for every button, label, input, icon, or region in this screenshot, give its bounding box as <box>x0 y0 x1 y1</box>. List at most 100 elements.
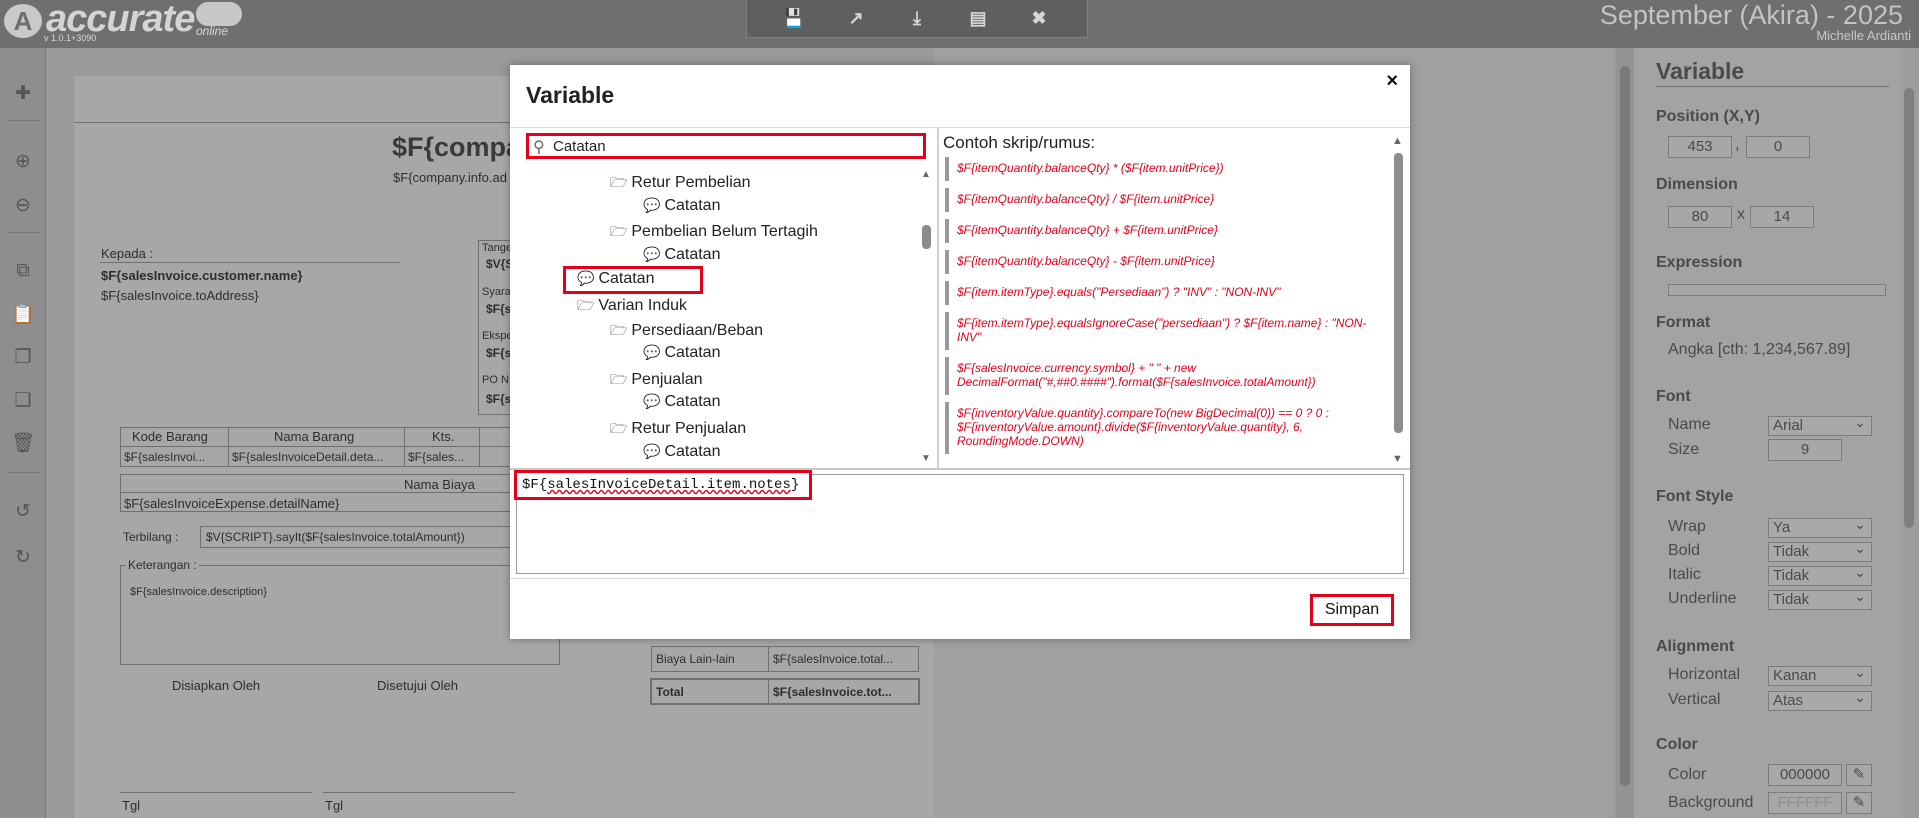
syarat-field[interactable]: $F{s <box>486 302 511 316</box>
save-icon[interactable]: 💾 <box>779 5 809 31</box>
company-name-field[interactable]: $F{compa <box>392 132 521 163</box>
font-name-select[interactable]: Arial <box>1768 413 1872 436</box>
to-address-field[interactable]: $F{salesInvoice.toAddress} <box>101 288 259 303</box>
delete-icon[interactable]: 🗑 <box>7 428 39 460</box>
biaya-lain-label: Biaya Lain-lain <box>656 652 735 666</box>
tree-folder-item[interactable]: 🗁 Retur Pembelian <box>610 172 751 196</box>
scroll-up-icon[interactable]: ▲ <box>1392 135 1403 147</box>
bring-front-icon[interactable]: ❐ <box>7 342 39 374</box>
customer-name-field[interactable]: $F{salesInvoice.customer.name} <box>101 268 303 283</box>
example-snippet[interactable]: $F{inventoryValue.quantity}.compareTo(ne… <box>945 402 1385 454</box>
color-picker-icon[interactable]: ✎ <box>1846 764 1872 786</box>
format-value[interactable]: Angka [cth: 1,234,567.89] <box>1668 341 1850 359</box>
search-input[interactable]: ⚲ Catatan <box>526 133 926 159</box>
tree-folder-item[interactable]: 🗁 Pembelian Belum Tertagih <box>610 221 818 245</box>
vertical-align-select[interactable]: Atas <box>1768 688 1872 711</box>
horizontal-align-select[interactable]: Kanan <box>1768 663 1872 686</box>
position-y-input[interactable]: 0 <box>1746 136 1810 158</box>
redo-icon[interactable]: ↻ <box>7 542 39 574</box>
period-title: September (Akira) - 2025 <box>1599 0 1903 30</box>
font-name-label: Name <box>1668 416 1711 433</box>
dialog-title: Variable <box>526 82 615 108</box>
col-nama-header: Nama Barang <box>274 429 355 444</box>
top-bar: A accurate online v 1.0.1+3090 💾 ↗ ⤓ ▤ ✖… <box>0 0 1919 48</box>
color-input[interactable]: 000000 <box>1768 764 1842 786</box>
example-snippet[interactable]: $F{item.itemType}.equals("Persediaan") ?… <box>945 281 1385 305</box>
total-label: Total <box>656 685 684 699</box>
position-separator: , <box>1735 136 1740 153</box>
zoom-in-icon[interactable]: ⊕ <box>7 146 39 178</box>
background-picker-icon[interactable]: ✎ <box>1846 792 1872 814</box>
preview-icon[interactable]: ▤ <box>963 5 993 31</box>
expense-detail-field[interactable]: $F{salesInvoiceExpense.detailName} <box>124 496 339 511</box>
scrollbar-thumb[interactable] <box>1620 66 1630 786</box>
expression-input[interactable] <box>1668 284 1886 296</box>
tree-note-item[interactable]: 💬 Catatan <box>643 246 720 264</box>
example-snippet[interactable]: $F{itemQuantity.balanceQty} / $F{item.un… <box>945 188 1385 212</box>
position-x-input[interactable]: 453 <box>1668 136 1732 158</box>
tree-folder-item[interactable]: 🗁 Penjualan <box>610 369 703 393</box>
tree-folder-item[interactable]: 🗁 Persediaan/Beban <box>610 320 763 344</box>
export-icon[interactable]: ↗ <box>841 5 871 31</box>
scrollbar-thumb[interactable] <box>922 225 931 249</box>
undo-icon[interactable]: ↺ <box>7 496 39 528</box>
dimension-height-input[interactable]: 14 <box>1750 206 1814 228</box>
paste-icon[interactable]: 📋 <box>7 299 39 331</box>
cell-kode-field[interactable]: $F{salesInvoi... <box>124 450 205 464</box>
example-snippet[interactable]: $F{itemQuantity.balanceQty} + $F{item.un… <box>945 219 1385 243</box>
example-snippet[interactable]: $F{salesInvoice.currency.symbol} + " " +… <box>945 357 1385 395</box>
ekspedisi-field[interactable]: $F{s <box>486 346 511 360</box>
wrap-select[interactable]: Ya <box>1768 515 1872 538</box>
terbilang-field[interactable]: $V{SCRIPT}.sayIt($F{salesInvoice.totalAm… <box>206 530 465 544</box>
canvas-scrollbar[interactable] <box>1616 48 1634 818</box>
download-icon[interactable]: ⤓ <box>902 5 932 31</box>
disetujui-label: Disetujui Oleh <box>377 678 458 693</box>
example-snippet[interactable]: $F{itemQuantity.balanceQty} - $F{item.un… <box>945 250 1385 274</box>
variable-tree[interactable]: 🗁 Retur Pembelian 💬 Catatan 🗁 Pembelian Belum… <box>516 165 936 465</box>
tree-scrollbar[interactable]: ▲ ▼ <box>918 169 934 467</box>
tree-folder-item[interactable]: 🗁 Retur Penjualan <box>610 418 746 442</box>
font-size-input[interactable]: 9 <box>1768 439 1842 461</box>
underline-select[interactable]: Tidak <box>1768 587 1872 610</box>
copy-icon[interactable]: ⧉ <box>7 255 39 287</box>
close-icon[interactable]: ✖ <box>1024 5 1054 31</box>
cell-nama-field[interactable]: $F{salesInvoiceDetail.deta... <box>232 450 383 464</box>
panel-scrollbar[interactable] <box>1900 48 1919 818</box>
tree-note-item[interactable]: 💬 Catatan <box>643 393 720 411</box>
scrollbar-thumb[interactable] <box>1904 88 1914 528</box>
total-field[interactable]: $F{salesInvoice.tot... <box>773 685 892 699</box>
description-field[interactable]: $F{salesInvoice.description} <box>130 586 267 598</box>
italic-select[interactable]: Tidak <box>1768 563 1872 586</box>
expression-text[interactable]: $F{salesInvoiceDetail.item.notes} <box>514 470 813 500</box>
scroll-up-icon[interactable]: ▲ <box>921 169 931 180</box>
keterangan-box[interactable] <box>120 565 560 665</box>
biaya-lain-field[interactable]: $F{salesInvoice.total... <box>773 652 893 666</box>
close-icon[interactable]: × <box>1386 70 1398 93</box>
add-icon[interactable]: ✚ <box>7 78 39 110</box>
example-snippet[interactable]: $F{item.itemType}.equalsIgnoreCase("pers… <box>945 312 1385 350</box>
zoom-out-icon[interactable]: ⊖ <box>7 190 39 222</box>
user-name[interactable]: Michelle Ardianti <box>1816 28 1911 43</box>
example-snippet[interactable]: $F{itemQuantity.balanceQty} * ($F{item.u… <box>945 157 1385 181</box>
tree-note-item[interactable]: 💬 Catatan <box>643 443 720 461</box>
po-field[interactable]: $F{s <box>486 392 511 406</box>
dimension-width-input[interactable]: 80 <box>1668 206 1732 228</box>
tree-folder-item[interactable]: 🗁 Varian Induk <box>577 295 687 319</box>
background-input[interactable]: FFFFFF <box>1768 792 1842 814</box>
send-back-icon[interactable]: ❏ <box>7 385 39 417</box>
scroll-down-icon[interactable]: ▼ <box>1392 453 1403 465</box>
company-address-field[interactable]: $F{company.info.ad <box>393 170 507 185</box>
examples-scrollbar[interactable]: ▲ ▼ <box>1390 135 1406 467</box>
ekspedisi-label: Ekspe <box>482 330 513 342</box>
comment-icon: 💬 <box>643 344 661 361</box>
tree-note-item[interactable]: 💬 Catatan <box>643 197 720 215</box>
tree-note-item[interactable]: 💬 Catatan <box>643 344 720 362</box>
save-button[interactable]: Simpan <box>1310 594 1394 626</box>
scroll-down-icon[interactable]: ▼ <box>921 453 931 464</box>
scrollbar-thumb[interactable] <box>1394 153 1403 433</box>
cell-kts-field[interactable]: $F{sales... <box>408 450 464 464</box>
logo-online-label: online <box>196 24 229 38</box>
left-toolbar: ✚ ⊕ ⊖ ⧉ 📋 ❐ ❏ 🗑 ↺ ↻ <box>0 48 46 818</box>
app-logo[interactable]: A accurate online v 1.0.1+3090 <box>4 0 244 46</box>
bold-select[interactable]: Tidak <box>1768 539 1872 562</box>
